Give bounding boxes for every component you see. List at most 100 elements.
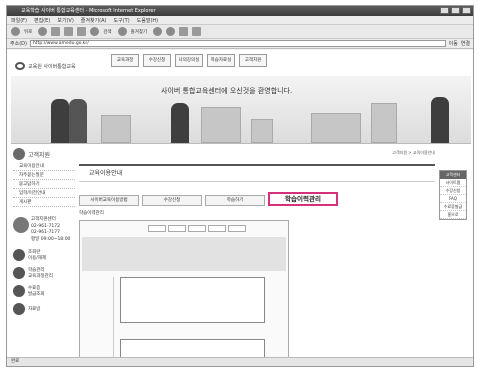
screenshot-callout (120, 277, 265, 323)
support-icon (13, 148, 25, 160)
person-image (51, 99, 69, 143)
person-image (69, 99, 87, 143)
quick-link[interactable]: 조회란 이용/해제 (13, 249, 75, 261)
building-graphic (371, 103, 397, 143)
main-content: 고객지원 > 교육이용안내 교육이용안내 사이버교육이용방법 수강신청 학습하기… (79, 150, 435, 357)
favorites-icon[interactable] (117, 27, 127, 36)
go-button[interactable]: 이동 (449, 40, 458, 47)
favorites-label[interactable]: 즐겨찾기 (131, 29, 148, 35)
media-icon[interactable] (153, 27, 163, 36)
page-title: 교육이용안내 (79, 164, 435, 182)
site-logo[interactable]: 교육원 사이버통합교육 (15, 62, 76, 70)
breadcrumb: 고객지원 > 교육이용안내 (392, 150, 435, 155)
address-bar: 주소(D) http://www.amedu.go.kr/ 이동 연결 (7, 39, 473, 49)
minimize-icon[interactable] (440, 7, 449, 14)
menu-help[interactable]: 도움말(H) (137, 17, 158, 24)
window-title: 교육학습 사이버 통합교육센터 - Microsoft Internet Exp… (21, 8, 156, 14)
nav-resources[interactable]: 학습자료실 (207, 54, 235, 67)
quick-link-sub: 교육과정관리 (28, 274, 53, 279)
tab-cyber-guide[interactable]: 사이버교육이용방법 (79, 195, 139, 206)
sidebar-item-faq[interactable]: 자주묻는질문 (13, 171, 75, 180)
sidebar-item-guide[interactable]: 교육이용안내 (13, 162, 75, 171)
person-image (431, 97, 449, 143)
nav-courses[interactable]: 교육과정 (111, 54, 139, 67)
contact-box: 고객지원센터 02-961-7172 02-961-7177 평일 09:00~… (13, 217, 75, 243)
menu-tools[interactable]: 도구(T) (114, 17, 130, 24)
right-panel-item[interactable]: 홈으로 (440, 211, 466, 219)
sidebar-item-qna[interactable]: 묻고답하기 (13, 180, 75, 189)
quick-link-label: 자료방 (28, 307, 41, 312)
quick-link[interactable]: 자료방 (13, 303, 75, 315)
nav-my-classroom[interactable]: 나의강의실 (175, 54, 203, 67)
sidebar-item-board[interactable]: 게시판 (13, 198, 75, 207)
contact-line: 평일 09:00~18:00 (31, 236, 71, 242)
history-icon[interactable] (166, 27, 176, 36)
sidebar-item-admission[interactable]: 입학/이전안내 (13, 189, 75, 198)
refresh-icon[interactable] (64, 27, 74, 36)
building-graphic (101, 115, 131, 143)
browser-window: 교육학습 사이버 통합교육센터 - Microsoft Internet Exp… (6, 5, 474, 367)
menu-file[interactable]: 파일(F) (11, 17, 27, 24)
top-nav: 교육과정 수강신청 나의강의실 학습자료실 고객지원 (111, 54, 267, 67)
stop-icon[interactable] (51, 27, 61, 36)
search-label[interactable]: 검색 (103, 29, 111, 35)
menu-bar: 파일(F) 편집(E) 보기(V) 즐겨찾기(A) 도구(T) 도움말(H) (7, 16, 473, 25)
right-panel-header: 고객센터 (440, 171, 466, 179)
right-panel-item[interactable]: FAQ (440, 195, 466, 203)
right-panel-item[interactable]: 수료증발급 (440, 203, 466, 211)
logo-text: 교육원 사이버통합교육 (28, 63, 76, 70)
menu-view[interactable]: 보기(V) (57, 17, 74, 24)
screenshot-callout (120, 339, 265, 357)
banner-slogan: 사이버 통합교육센터에 오신것을 환영합니다. (161, 87, 293, 95)
quick-link[interactable]: 수료증 발급조회 (13, 285, 75, 297)
study-icon (13, 267, 25, 279)
browser-toolbar: 뒤로 검색 즐겨찾기 (7, 25, 473, 39)
menu-favorites[interactable]: 즐겨찾기(A) (81, 17, 107, 24)
screenshot-banner (82, 237, 286, 271)
print-icon[interactable] (192, 27, 202, 36)
quick-link-label: 조회란 (28, 250, 41, 255)
mail-icon[interactable] (179, 27, 189, 36)
lookup-icon (13, 249, 25, 261)
maximize-icon[interactable] (451, 7, 460, 14)
links-label[interactable]: 연결 (461, 40, 470, 47)
hero-banner: 사이버 통합교육센터에 오신것을 환영합니다. (11, 76, 471, 144)
certificate-icon (13, 285, 25, 297)
person-image (171, 103, 189, 143)
forward-icon[interactable] (38, 27, 48, 36)
tab-enroll[interactable]: 수강신청 (142, 195, 202, 206)
close-icon[interactable] (462, 7, 471, 14)
nav-support[interactable]: 고객지원 (239, 54, 267, 67)
nav-enroll[interactable]: 수강신청 (143, 54, 171, 67)
tab-history[interactable]: 학습이력관리 (268, 192, 338, 206)
address-label: 주소(D) (10, 41, 27, 47)
search-icon[interactable] (90, 27, 100, 36)
quick-link[interactable]: 학습관리 교육과정관리 (13, 267, 75, 279)
screenshot-nav (148, 225, 246, 232)
status-bar: 완료 (7, 357, 473, 366)
building-graphic (201, 107, 241, 143)
back-label[interactable]: 뒤로 (24, 29, 32, 35)
window-titlebar: 교육학습 사이버 통합교육센터 - Microsoft Internet Exp… (7, 6, 473, 16)
sidebar: 고객지원 교육이용안내 자주묻는질문 묻고답하기 입학/이전안내 게시판 고객지… (13, 146, 75, 315)
section-label: 학습이력관리 (79, 211, 104, 216)
right-panel-item[interactable]: 수강신청 (440, 187, 466, 195)
menu-edit[interactable]: 편집(E) (34, 17, 50, 24)
phone-icon (13, 217, 29, 233)
building-graphic (311, 113, 361, 143)
tab-study[interactable]: 학습하기 (205, 195, 265, 206)
home-icon[interactable] (77, 27, 87, 36)
sidebar-header: 고객지원 (13, 146, 75, 162)
logo-icon (15, 62, 25, 70)
sidebar-menu: 교육이용안내 자주묻는질문 묻고답하기 입학/이전안내 게시판 (13, 162, 75, 207)
quick-link-label: 수료증 (28, 286, 41, 291)
screenshot-sidebar (84, 277, 114, 357)
archive-icon (13, 303, 25, 315)
right-panel-item[interactable]: 사이트맵 (440, 179, 466, 187)
back-icon[interactable] (11, 27, 20, 36)
quick-link-sub: 이용/해제 (28, 256, 47, 261)
building-graphic (251, 119, 273, 143)
quick-link-label: 학습관리 (28, 268, 45, 273)
address-input[interactable]: http://www.amedu.go.kr/ (29, 40, 446, 47)
tab-bar: 사이버교육이용방법 수강신청 학습하기 학습이력관리 (79, 192, 435, 206)
